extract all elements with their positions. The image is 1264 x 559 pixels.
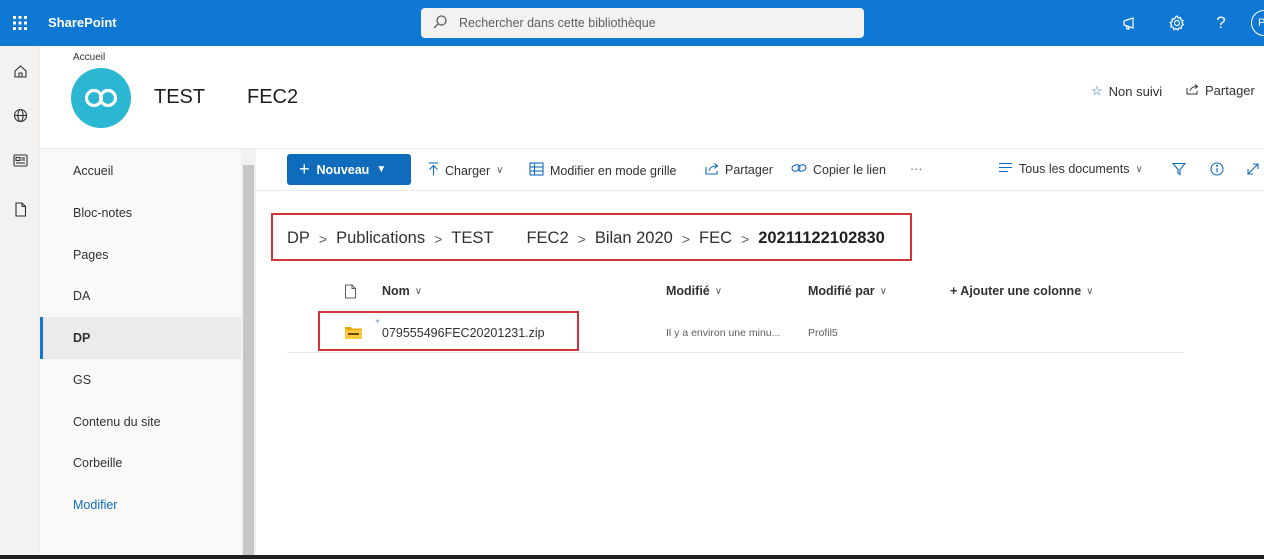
hub-breadcrumb[interactable]: Accueil <box>73 52 105 63</box>
app-launcher-icon[interactable] <box>0 0 40 46</box>
grid-edit-button[interactable]: Modifier en mode grille <box>529 162 676 179</box>
chevron-right-icon: > <box>577 230 586 247</box>
copy-link-label: Copier le lien <box>813 162 886 177</box>
share-site-label: Partager <box>1205 83 1255 98</box>
new-button[interactable]: + Nouveau ▼ <box>287 154 411 185</box>
upload-label: Charger <box>445 163 491 178</box>
file-type-icon <box>345 284 356 299</box>
chevron-down-icon: ∨ <box>879 285 887 297</box>
share-site-button[interactable]: Partager <box>1186 83 1255 98</box>
upload-arrow-icon <box>428 162 439 179</box>
follow-label: Non suivi <box>1108 83 1163 99</box>
app-brand[interactable]: SharePoint <box>48 15 117 30</box>
zip-folder-icon <box>345 325 362 342</box>
site-header: Accueil TEST FEC2 ☆ Non suivi Partager <box>40 46 1264 149</box>
nav-item-bloc-notes[interactable]: Bloc-notes <box>40 192 241 234</box>
search-icon <box>433 14 447 32</box>
info-icon[interactable] <box>1210 162 1224 176</box>
suite-header: SharePoint Rechercher dans cette bibliot… <box>0 0 1264 46</box>
chevron-right-icon: > <box>434 230 443 247</box>
chevron-down-icon: ∨ <box>496 165 504 176</box>
search-placeholder: Rechercher dans cette bibliothèque <box>459 16 656 30</box>
home-icon[interactable] <box>9 60 31 82</box>
breadcrumb-item[interactable]: DP <box>287 229 310 248</box>
more-options-button[interactable]: ··· <box>910 162 923 176</box>
breadcrumb-current: 20211122102830 <box>758 229 885 247</box>
site-logo[interactable] <box>71 68 131 128</box>
expand-icon[interactable] <box>1246 162 1260 176</box>
chevron-down-icon: ∨ <box>414 285 423 297</box>
settings-gear-icon[interactable] <box>1166 12 1188 34</box>
file-modified: Il y a environ une minu... <box>666 327 781 339</box>
share-icon <box>705 162 719 178</box>
nav-item-da[interactable]: DA <box>40 275 241 317</box>
file-modified-by[interactable]: Profil5 <box>808 327 838 339</box>
avatar[interactable]: P <box>1251 10 1264 36</box>
grid-icon <box>529 162 544 179</box>
globe-icon[interactable] <box>9 104 31 126</box>
chevron-right-icon: > <box>741 230 750 247</box>
nav-item-accueil[interactable]: Accueil <box>40 150 241 192</box>
add-column-button[interactable]: + Ajouter une colonne ∨ <box>950 284 1093 298</box>
breadcrumb-item[interactable]: TEST <box>451 229 493 248</box>
chevron-right-icon: > <box>681 230 690 247</box>
nav-scrollbar-thumb[interactable] <box>243 165 254 557</box>
chevron-down-icon: ∨ <box>1135 163 1143 175</box>
list-view-icon <box>998 162 1013 176</box>
nav-scrollbar[interactable] <box>241 149 256 559</box>
megaphone-icon[interactable] <box>1119 12 1141 34</box>
column-header-modified-by[interactable]: Modifié par ∨ <box>808 284 887 298</box>
search-box[interactable]: Rechercher dans cette bibliothèque <box>421 8 864 38</box>
share-icon <box>1186 83 1199 98</box>
left-navigation: Accueil Bloc-notes Pages DA DP GS Conten… <box>40 149 241 559</box>
upload-button[interactable]: Charger ∨ <box>428 162 504 179</box>
breadcrumb-item[interactable]: Bilan 2020 <box>595 229 673 248</box>
taskbar-edge <box>0 555 1264 559</box>
chevron-down-icon: ∨ <box>1086 285 1094 297</box>
column-header-name-label: Nom <box>382 284 410 298</box>
chevron-down-icon: ∨ <box>714 285 723 297</box>
breadcrumb-item[interactable]: FEC2 <box>526 229 568 248</box>
column-header-modified-label: Modifié <box>666 284 710 298</box>
app-rail <box>0 46 40 559</box>
view-label: Tous les documents <box>1019 162 1130 176</box>
command-bar: + Nouveau ▼ Charger ∨ Modifier en mode g… <box>256 149 1264 191</box>
file-type-header[interactable] <box>344 284 357 299</box>
star-icon: ☆ <box>1091 83 1103 98</box>
nav-item-gs[interactable]: GS <box>40 359 241 401</box>
column-header-name[interactable]: Nom ∨ <box>382 284 422 298</box>
filter-icon[interactable] <box>1172 162 1186 176</box>
nav-item-pages[interactable]: Pages <box>40 234 241 276</box>
chevron-down-icon: ▼ <box>376 164 387 175</box>
nav-edit-link[interactable]: Modifier <box>40 484 241 526</box>
column-header-modified[interactable]: Modifié ∨ <box>666 284 722 298</box>
folder-breadcrumb: DP > Publications > TEST FEC2 > Bilan 20… <box>287 229 885 248</box>
document-icon[interactable] <box>9 198 31 220</box>
share-button[interactable]: Partager <box>705 162 773 178</box>
help-icon[interactable]: ? <box>1210 12 1232 34</box>
link-icon <box>791 162 807 177</box>
nav-item-corbeille[interactable]: Corbeille <box>40 442 241 484</box>
news-icon[interactable] <box>9 149 31 171</box>
view-selector[interactable]: Tous les documents ∨ <box>998 162 1143 176</box>
site-title[interactable]: TEST <box>154 86 205 109</box>
column-header-modified-by-label: Modifié par <box>808 284 875 298</box>
file-name[interactable]: 079555496FEC20201231.zip <box>382 326 545 340</box>
nav-item-contenu-du-site[interactable]: Contenu du site <box>40 401 241 443</box>
site-subtitle[interactable]: FEC2 <box>247 86 298 109</box>
new-label: Nouveau <box>316 162 370 177</box>
new-item-sparkle-icon: ⁺ <box>375 318 381 329</box>
nav-item-dp[interactable]: DP <box>40 317 241 359</box>
grid-edit-label: Modifier en mode grille <box>550 163 677 178</box>
breadcrumb-item[interactable]: Publications <box>336 229 425 248</box>
table-row[interactable]: ⁺ 079555496FEC20201231.zip Il y a enviro… <box>287 312 1184 353</box>
breadcrumb-item[interactable]: FEC <box>699 229 732 248</box>
share-label: Partager <box>725 163 773 177</box>
copy-link-button[interactable]: Copier le lien <box>791 162 886 177</box>
add-column-label: + Ajouter une colonne <box>950 284 1082 298</box>
follow-button[interactable]: ☆ Non suivi <box>1091 83 1162 99</box>
chevron-right-icon: > <box>318 230 328 247</box>
plus-icon: + <box>299 159 310 179</box>
